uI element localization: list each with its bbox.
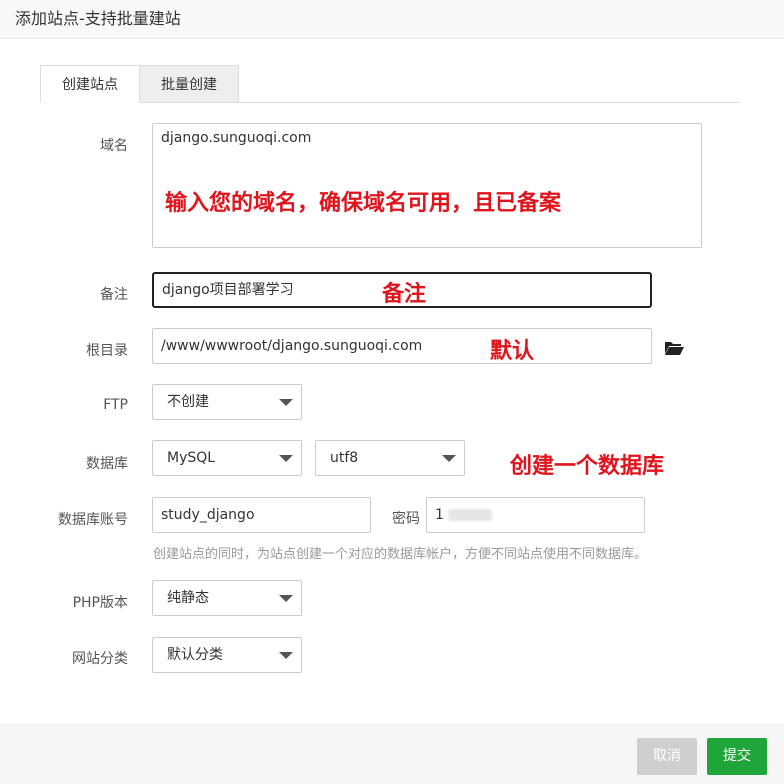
db-password-label: 密码 <box>392 511 420 527</box>
ftp-selected: 不创建 <box>167 394 209 410</box>
chevron-down-icon <box>279 652 293 659</box>
tab-batch-create[interactable]: 批量创建 <box>140 65 239 103</box>
remark-label: 备注 <box>100 287 128 303</box>
db-help-text: 创建站点的同时，为站点创建一个对应的数据库帐户，方便不同站点使用不同数据库。 <box>153 547 648 562</box>
site-category-selected: 默认分类 <box>167 647 223 663</box>
root-dir-label: 根目录 <box>86 343 128 359</box>
root-dir-input[interactable]: /www/wwwroot/django.sunguoqi.com <box>152 328 652 364</box>
tab-bar: 创建站点 批量创建 <box>40 65 740 103</box>
ftp-label: FTP <box>103 397 128 413</box>
domain-annotation: 输入您的域名，确保域名可用，且已备案 <box>165 191 562 216</box>
domain-label: 域名 <box>100 138 128 154</box>
php-version-select[interactable]: 纯静态 <box>152 580 302 616</box>
ftp-select[interactable]: 不创建 <box>152 384 302 420</box>
database-charset-select[interactable]: utf8 <box>315 440 465 476</box>
cancel-button[interactable]: 取消 <box>637 738 697 775</box>
dialog-title: 添加站点-支持批量建站 <box>15 9 181 28</box>
db-password-input[interactable]: 1 <box>426 497 645 533</box>
remark-annotation: 备注 <box>382 282 427 307</box>
dialog-titlebar: 添加站点-支持批量建站 <box>0 0 784 39</box>
db-account-input[interactable]: study_django <box>152 497 371 533</box>
db-account-label: 数据库账号 <box>58 512 128 528</box>
submit-button[interactable]: 提交 <box>707 738 767 775</box>
site-category-select[interactable]: 默认分类 <box>152 637 302 673</box>
database-label: 数据库 <box>86 456 128 472</box>
database-type-select[interactable]: MySQL <box>152 440 302 476</box>
tab-create-site[interactable]: 创建站点 <box>40 65 140 103</box>
chevron-down-icon <box>442 455 456 462</box>
database-annotation: 创建一个数据库 <box>510 454 665 479</box>
folder-open-icon[interactable] <box>664 340 684 356</box>
php-version-selected: 纯静态 <box>167 590 209 606</box>
site-category-label: 网站分类 <box>72 651 128 667</box>
root-dir-annotation: 默认 <box>490 339 535 364</box>
password-blur <box>447 509 492 521</box>
chevron-down-icon <box>279 455 293 462</box>
database-type-selected: MySQL <box>167 450 216 466</box>
chevron-down-icon <box>279 595 293 602</box>
chevron-down-icon <box>279 399 293 406</box>
domain-value: django.sunguoqi.com <box>161 130 312 146</box>
database-charset-selected: utf8 <box>330 450 359 466</box>
php-version-label: PHP版本 <box>72 595 128 611</box>
db-password-value: 1 <box>435 507 444 523</box>
